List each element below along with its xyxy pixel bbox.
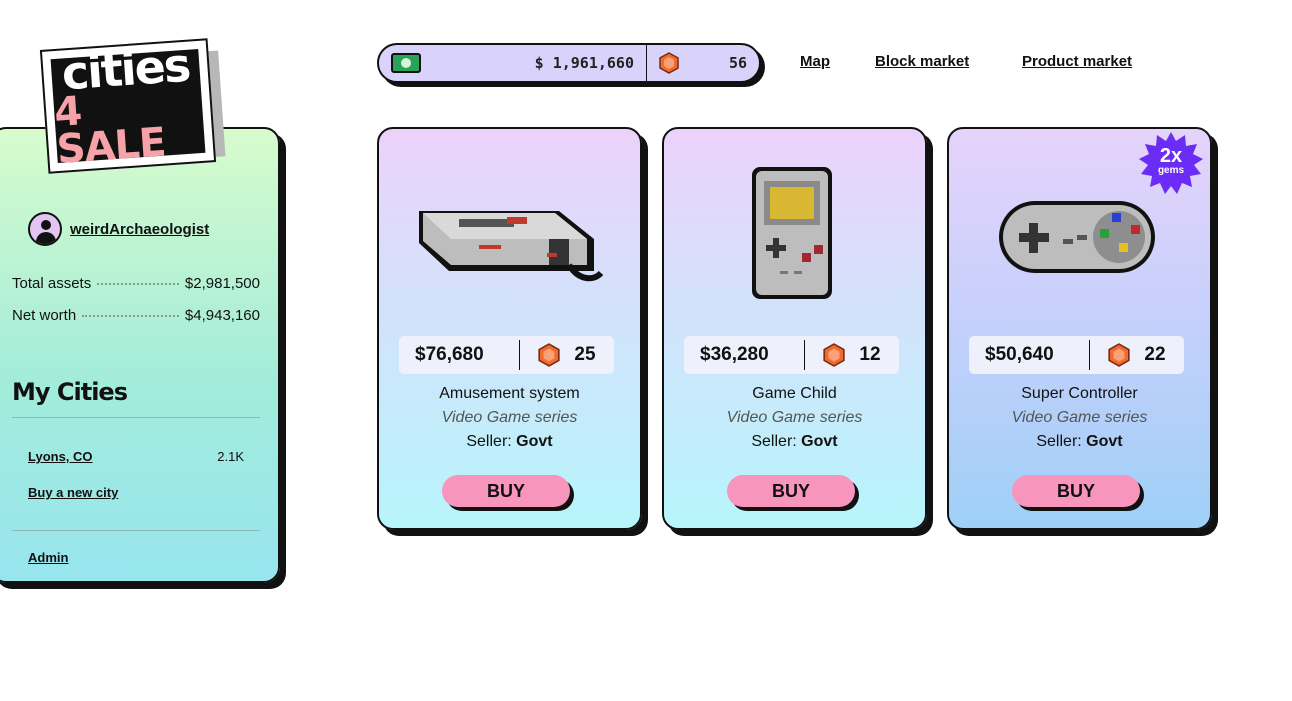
- stat-total-assets: Total assets $2,981,500: [12, 275, 260, 292]
- admin-link[interactable]: Admin: [28, 550, 68, 565]
- product-series: Video Game series: [726, 409, 863, 426]
- gem-cost: 25: [520, 343, 614, 367]
- seller-label: Seller:: [751, 433, 797, 450]
- sidebar-panel: [0, 127, 280, 583]
- user-profile: weirdArchaeologist: [28, 212, 209, 246]
- city-list-item: Lyons, CO 2.1K: [28, 449, 244, 464]
- nav-map[interactable]: Map: [800, 53, 830, 70]
- product-card: $76,680 25 Amusement system Video Game s…: [377, 127, 642, 530]
- seller-label: Seller:: [466, 433, 512, 450]
- badge-multiplier: 2x: [1159, 145, 1183, 167]
- gem-balance: 56: [647, 52, 759, 74]
- product-seller: Seller: Govt: [949, 433, 1210, 451]
- stat-value: $4,943,160: [184, 307, 260, 324]
- gem-icon: [823, 343, 846, 367]
- handheld-icon: [752, 167, 832, 299]
- stat-net-worth: Net worth $4,943,160: [12, 307, 260, 324]
- gem-multiplier-badge: 2x gems: [1139, 146, 1203, 176]
- logo[interactable]: cities 4 SALE: [39, 38, 217, 174]
- product-seller: Seller: Govt: [664, 433, 925, 451]
- avatar-icon[interactable]: [28, 212, 62, 246]
- price-box: $36,280 12: [684, 336, 899, 374]
- seller-name: Govt: [516, 433, 553, 450]
- logo-text-line2: 4 SALE: [52, 88, 167, 174]
- badge-label: gems: [1157, 165, 1185, 176]
- product-seller: Seller: Govt: [379, 433, 640, 451]
- price-value: $36,280: [684, 340, 805, 370]
- stat-label: Net worth: [12, 307, 77, 324]
- my-cities-heading: My Cities: [12, 378, 128, 406]
- nav-block-market[interactable]: Block market: [875, 53, 969, 70]
- console-icon: [419, 211, 604, 282]
- seller-label: Seller:: [1036, 433, 1082, 450]
- stat-dots: [97, 283, 179, 285]
- stat-dots: [82, 315, 179, 317]
- stat-label: Total assets: [12, 275, 92, 292]
- divider: [12, 530, 260, 531]
- price-value: $50,640: [969, 340, 1090, 370]
- gem-icon: [659, 52, 679, 74]
- gem-value: 56: [728, 54, 747, 72]
- gem-icon: [538, 343, 561, 367]
- divider: [12, 417, 260, 418]
- seller-name: Govt: [801, 433, 838, 450]
- gem-cost: 22: [1090, 343, 1184, 367]
- seller-name: Govt: [1086, 433, 1123, 450]
- money-bill-icon: [391, 53, 421, 73]
- gem-cost-value: 22: [1144, 344, 1166, 365]
- buy-button[interactable]: BUY: [442, 475, 570, 507]
- cash-balance: $ 1,961,660: [379, 45, 647, 81]
- product-name: Super Controller: [1021, 385, 1138, 402]
- product-card: $36,280 12 Game Child Video Game series …: [662, 127, 927, 530]
- product-series: Video Game series: [1011, 409, 1148, 426]
- gem-cost-value: 25: [574, 344, 596, 365]
- buy-new-city-link[interactable]: Buy a new city: [28, 485, 118, 500]
- city-count: 2.1K: [217, 449, 244, 464]
- nav-product-market[interactable]: Product market: [1022, 53, 1132, 70]
- gem-icon: [1108, 343, 1131, 367]
- product-name: Game Child: [752, 385, 837, 402]
- logo-inner: cities 4 SALE: [50, 38, 206, 173]
- price-box: $76,680 25: [399, 336, 614, 374]
- price-value: $76,680: [399, 340, 520, 370]
- buy-button[interactable]: BUY: [727, 475, 855, 507]
- product-series: Video Game series: [441, 409, 578, 426]
- wallet-bar: $ 1,961,660 56: [377, 43, 761, 83]
- gem-cost: 12: [805, 343, 899, 367]
- username-link[interactable]: weirdArchaeologist: [70, 221, 209, 238]
- buy-button[interactable]: BUY: [1012, 475, 1140, 507]
- city-link[interactable]: Lyons, CO: [28, 449, 93, 464]
- stat-value: $2,981,500: [184, 275, 260, 292]
- price-box: $50,640 22: [969, 336, 1184, 374]
- product-name: Amusement system: [439, 385, 580, 402]
- gem-cost-value: 12: [859, 344, 881, 365]
- cash-value: $ 1,961,660: [534, 54, 634, 72]
